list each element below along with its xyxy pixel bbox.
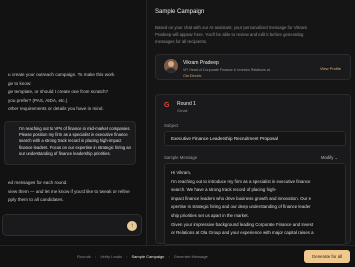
avatar: [164, 59, 178, 73]
user-message-line: our understanding of finance leadership …: [19, 150, 111, 156]
prospect-card: Vikram Pradeep VP, Head of Corporate Fin…: [155, 54, 351, 80]
subject-field[interactable]: Executive Finance Leadership Recruitment…: [164, 131, 346, 146]
chat-input[interactable]: ↑: [2, 214, 142, 236]
avatar-head: [168, 61, 174, 67]
chat-line: ed messages for each round.: [8, 180, 68, 185]
chat-line: view them — and let me know if you'd lik…: [8, 188, 130, 194]
breadcrumb-generate-message[interactable]: Generate Message: [174, 254, 208, 259]
chat-panel: u create your outreach campaign. To make…: [0, 0, 146, 245]
description-line: Based on your chat with our AI assistant…: [155, 25, 308, 30]
prospect-role: VP, Head of Corporate Finance & Investor…: [183, 68, 270, 72]
chat-line: ge to know:: [8, 80, 32, 86]
gmail-icon: G: [164, 102, 170, 109]
user-message-line: search with a strong track record in pla…: [19, 138, 122, 144]
breadcrumb-verify-leads[interactable]: Verify Leads: [100, 254, 122, 259]
send-button[interactable]: ↑: [127, 221, 137, 231]
description-line: messages for all recipients.: [155, 39, 208, 44]
assistant-message-intro: u create your outreach campaign. To make…: [8, 71, 142, 114]
chat-line: pply them to all candidates.: [8, 197, 64, 202]
prospect-company[interactable]: Ola Electric: [183, 74, 201, 78]
campaign-panel: Sample Campaign Based on your chat with …: [146, 0, 355, 245]
message-line: I'm reaching out to introduce my firm as…: [171, 178, 311, 184]
breadcrumb-rounds[interactable]: Rounds: [77, 254, 91, 259]
round-label: Round 1: [177, 101, 196, 107]
round-card: G Round 1 Gmail Subject Executive Financ…: [155, 94, 351, 245]
sample-message-label: Sample Message: [164, 155, 198, 160]
avatar-body: [166, 68, 176, 73]
message-line: search. We have a strong track record of…: [171, 187, 277, 193]
chat-line: ge template, or should I create one from…: [8, 89, 109, 94]
modify-dropdown[interactable]: Modify ⌄: [321, 155, 338, 160]
message-line: xpertise in strategic hiring and our dee…: [171, 204, 311, 210]
chat-line: you prefer? (PAS, AIDA, etc.): [8, 97, 68, 103]
description-line: Pradeep will appear here. You'll be able…: [155, 32, 304, 37]
breadcrumb-sample-campaign[interactable]: Sample Campaign: [132, 254, 165, 259]
chat-line: u create your outreach campaign. To make…: [8, 72, 115, 77]
chat-line: other requirements or details you have i…: [8, 106, 104, 111]
breadcrumb-separator: ›: [126, 254, 128, 259]
message-line: ship priorities set us apart in the mark…: [171, 212, 249, 218]
prospect-name: Vikram Pradeep: [183, 60, 219, 66]
message-line: impact finance leaders who drive busines…: [171, 195, 312, 201]
message-line: Hi Vikram,: [171, 170, 192, 175]
subject-label: Subject: [164, 123, 179, 128]
footer-bar: Rounds › Verify Leads › Sample Campaign › Gene…: [0, 245, 355, 267]
assistant-message-reply: ed messages for each round. view them — …: [8, 179, 142, 205]
message-line: Given your impressive background leading…: [171, 221, 314, 227]
breadcrumb: Rounds › Verify Leads › Sample Campaign › Gene…: [77, 254, 208, 259]
user-message-bubble: I'm reaching out to VPs of finance in mi…: [4, 121, 136, 165]
channel-label: Gmail: [177, 108, 188, 113]
panel-description: Based on your chat with our AI assistant…: [155, 24, 351, 45]
arrow-up-icon: ↑: [130, 223, 134, 229]
message-line: or Relations at Ola Group and your exper…: [171, 230, 314, 236]
breadcrumb-separator: ›: [94, 254, 97, 259]
user-message-line: finance leaders. Focus on our expertise …: [19, 144, 131, 150]
view-profile-link[interactable]: View Profile: [320, 66, 341, 71]
panel-title: Sample Campaign: [155, 9, 205, 15]
generate-for-all-button[interactable]: Generate for all: [304, 250, 350, 263]
sample-message-textarea[interactable]: Hi Vikram, I'm reaching out to introduce…: [164, 163, 346, 245]
breadcrumb-separator: ›: [168, 254, 170, 259]
